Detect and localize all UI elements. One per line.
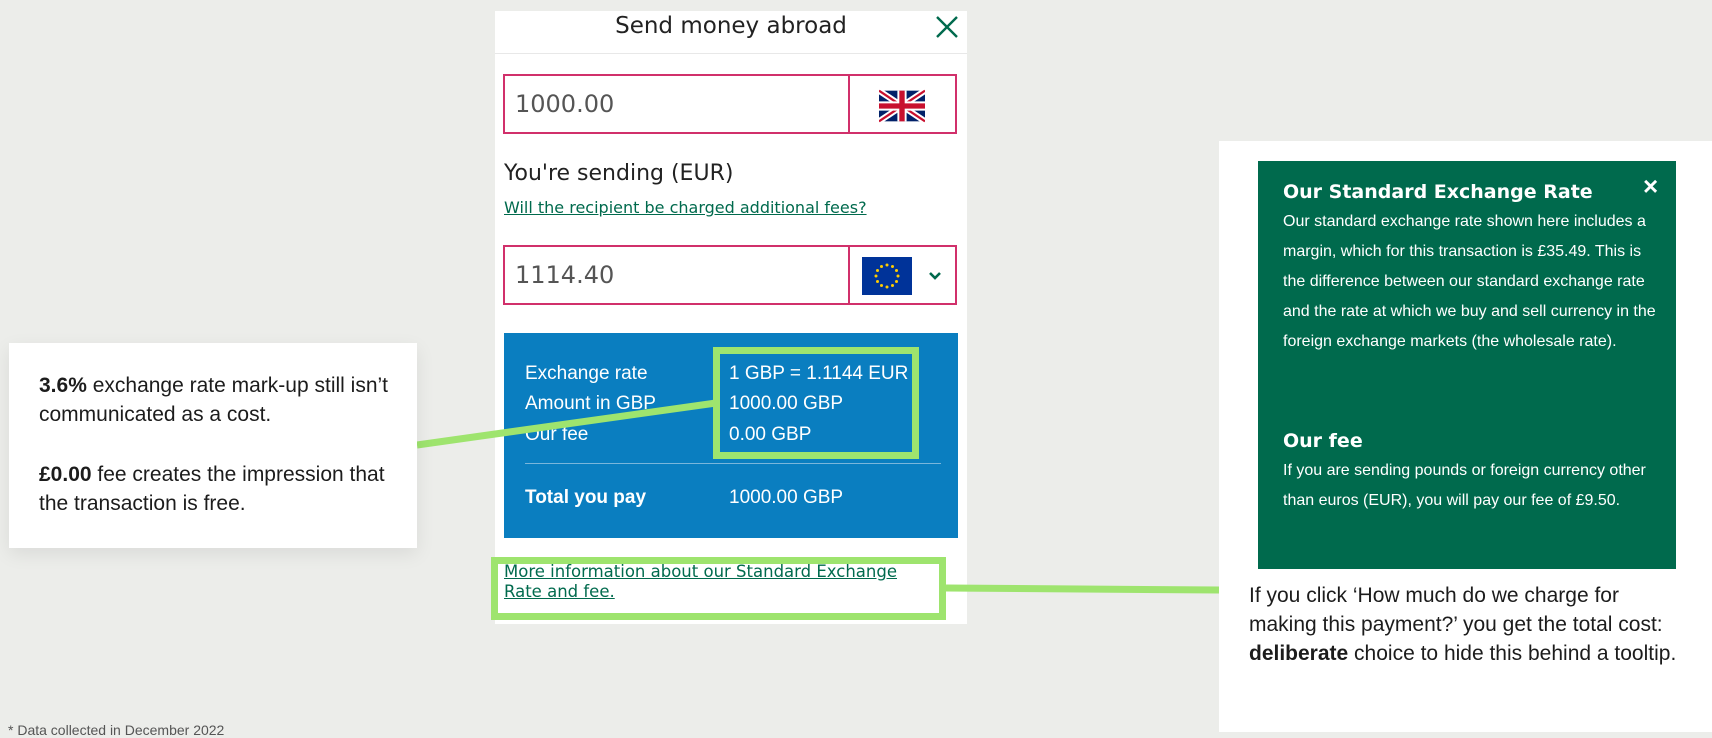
tooltip-heading-rate: Our Standard Exchange Rate (1283, 181, 1593, 203)
tooltip-body-fee: If you are sending pounds or foreign cur… (1283, 462, 1646, 509)
markup-percent: 3.6% (39, 374, 87, 397)
tooltip-close-icon[interactable]: × (1643, 171, 1658, 202)
tooltip-heading-fee: Our fee (1283, 430, 1363, 452)
fee-amount: £0.00 (39, 463, 92, 486)
rate-tooltip: × Our Standard Exchange Rate Our standar… (1258, 161, 1676, 569)
tooltip-body-rate: Our standard exchange rate shown here in… (1283, 213, 1656, 350)
markup-note: 3.6% exchange rate mark-up still isn’t c… (39, 371, 399, 429)
tooltip-note-text-a: If you click ‘How much do we charge for … (1249, 584, 1663, 636)
right-connector (945, 584, 1220, 594)
markup-text: exchange rate mark-up still isn’t commun… (39, 374, 389, 426)
tooltip-note-bold: deliberate (1249, 642, 1349, 665)
footnote: * Data collected in December 2022 (8, 722, 225, 738)
fee-note-text: fee creates the impression that the tran… (39, 463, 385, 515)
right-annotation: × Our Standard Exchange Rate Our standar… (1219, 141, 1712, 732)
left-connector (416, 399, 717, 449)
tooltip-note: If you click ‘How much do we charge for … (1249, 581, 1679, 668)
left-annotation: 3.6% exchange rate mark-up still isn’t c… (9, 343, 417, 548)
tooltip-note-text-b: choice to hide this behind a tooltip. (1348, 642, 1677, 665)
fee-note: £0.00 fee creates the impression that th… (39, 460, 399, 518)
